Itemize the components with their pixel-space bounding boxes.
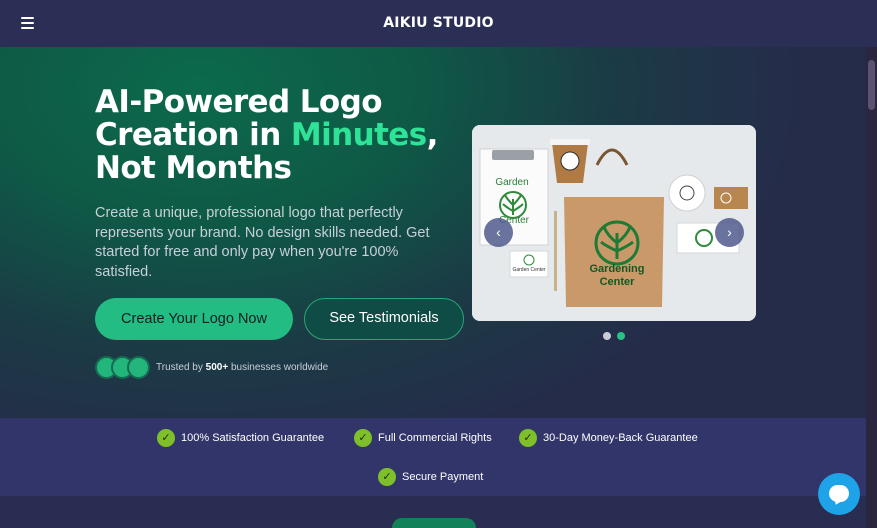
hero-title-line2: Creation in	[95, 117, 291, 153]
guarantee-bar: ✓ 100% Satisfaction Guarantee ✓ Full Comme…	[0, 418, 866, 496]
section-pill-button[interactable]	[392, 518, 476, 528]
carousel-next-button[interactable]: ›	[715, 218, 744, 247]
card-text-line1: Garden	[495, 177, 528, 188]
check-icon: ✓	[354, 429, 372, 447]
check-icon: ✓	[157, 429, 175, 447]
see-testimonials-button[interactable]: See Testimonials	[304, 298, 464, 340]
create-logo-button[interactable]: Create Your Logo Now	[95, 298, 293, 340]
hero-title-line1: AI-Powered Logo	[95, 84, 383, 120]
trusted-text: Trusted by 500+ businesses worldwide	[156, 362, 329, 373]
hero-title-comma: ,	[426, 117, 439, 153]
trusted-count: 500+	[205, 362, 229, 373]
scrollbar-track[interactable]	[866, 47, 877, 528]
guarantee-item: ✓ 30-Day Money-Back Guarantee	[519, 429, 698, 447]
check-icon: ✓	[378, 468, 396, 486]
customer-avatars	[95, 356, 155, 379]
bag-text-line1: Gardening	[589, 263, 644, 275]
top-navbar: AIKIU STUDIO	[0, 0, 877, 47]
hero-title: AI-Powered Logo Creation in Minutes, Not…	[95, 86, 455, 185]
guarantee-item: ✓ 100% Satisfaction Guarantee	[157, 429, 324, 447]
brand-title[interactable]: AIKIU STUDIO	[0, 15, 877, 31]
bag-text-line2: Center	[600, 276, 636, 288]
gardening-center-mockup-image: Garden Center Garden Center Gardening Ce…	[472, 125, 756, 321]
hero-title-line3: Not Months	[95, 150, 292, 186]
guarantee-item: ✓ Secure Payment	[378, 468, 483, 486]
chat-widget-button[interactable]	[818, 473, 860, 515]
avatar	[127, 356, 150, 379]
carousel-dot-2[interactable]	[617, 332, 625, 340]
check-icon: ✓	[519, 429, 537, 447]
logo-mockup-carousel: Garden Center Garden Center Gardening Ce…	[472, 125, 756, 321]
carousel-dot-1[interactable]	[603, 332, 611, 340]
carousel-prev-button[interactable]: ‹	[484, 218, 513, 247]
hero-title-accent: Minutes	[290, 117, 427, 153]
scrollbar-thumb[interactable]	[868, 60, 875, 110]
small-card-label: Garden Center	[512, 267, 545, 273]
hero-subtitle: Create a unique, professional logo that …	[95, 205, 430, 280]
guarantee-item: ✓ Full Commercial Rights	[354, 429, 492, 447]
